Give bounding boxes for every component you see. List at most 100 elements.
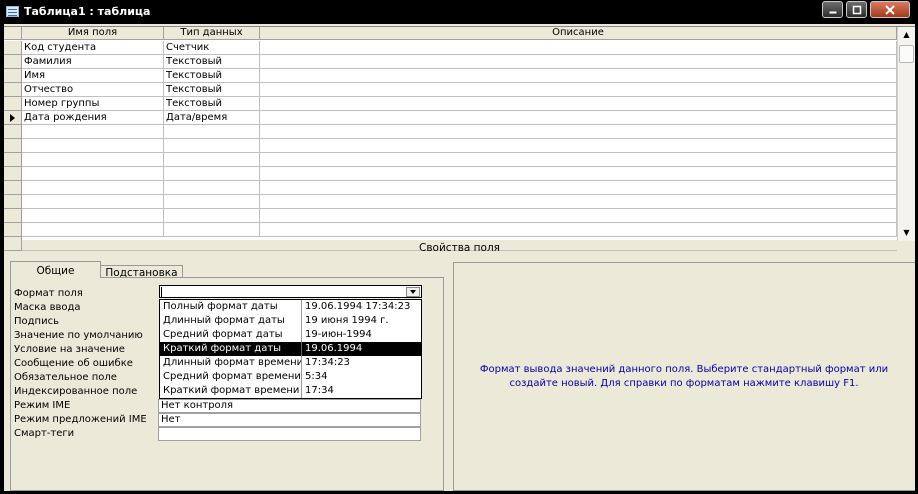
format-option[interactable]: Краткий формат даты 19.06.1994 (160, 342, 421, 356)
table-row[interactable] (4, 139, 897, 153)
data-type-cell[interactable]: Текстовый (164, 97, 260, 110)
table-row[interactable]: Дата рождения Дата/время (4, 111, 897, 125)
table-row[interactable]: Номер группы Текстовый (4, 97, 897, 111)
description-cell[interactable] (260, 69, 897, 82)
field-name-cell[interactable]: Имя (22, 69, 164, 82)
field-name-cell[interactable]: Код студента (22, 41, 164, 54)
format-option[interactable]: Краткий формат времени 17:34 (160, 384, 421, 398)
data-type-cell[interactable] (164, 153, 260, 166)
scroll-up-arrow-icon[interactable]: ▲ (898, 27, 915, 43)
description-cell[interactable] (260, 55, 897, 68)
maximize-button[interactable] (846, 1, 867, 18)
table-row[interactable]: Код студента Счетчик (4, 41, 897, 55)
data-type-cell[interactable] (164, 195, 260, 208)
description-cell[interactable] (260, 153, 897, 166)
header-description[interactable]: Описание (260, 27, 897, 40)
data-type-cell[interactable]: Текстовый (164, 69, 260, 82)
data-type-cell[interactable] (164, 167, 260, 180)
property-label: Маска ввода (14, 302, 81, 313)
data-type-cell[interactable] (164, 181, 260, 194)
format-option[interactable]: Полный формат даты 19.06.1994 17:34:23 (160, 300, 421, 314)
table-row[interactable]: Имя Текстовый (4, 69, 897, 83)
description-cell[interactable] (260, 167, 897, 180)
field-name-cell[interactable] (22, 153, 164, 166)
row-selector[interactable] (4, 167, 22, 181)
table-row[interactable]: Отчество Текстовый (4, 83, 897, 97)
table-row[interactable] (4, 195, 897, 209)
data-type-cell[interactable] (164, 125, 260, 138)
description-cell[interactable] (260, 139, 897, 152)
scroll-thumb[interactable] (899, 45, 914, 63)
smart-tags-value[interactable] (158, 427, 421, 441)
row-selector[interactable] (4, 83, 22, 97)
description-cell[interactable] (260, 83, 897, 96)
format-option[interactable]: Средний формат даты 19-июн-1994 (160, 328, 421, 342)
row-selector[interactable] (4, 209, 22, 223)
field-name-cell[interactable]: Номер группы (22, 97, 164, 110)
format-option-example: 19 июня 1994 г. (305, 315, 389, 326)
row-selector[interactable] (4, 97, 22, 111)
row-selector[interactable] (4, 223, 22, 237)
description-cell[interactable] (260, 195, 897, 208)
field-name-cell[interactable] (22, 209, 164, 222)
table-row[interactable] (4, 223, 897, 237)
format-option[interactable]: Длинный формат даты 19 июня 1994 г. (160, 314, 421, 328)
property-label: Индексированное поле (14, 386, 138, 397)
field-name-cell[interactable]: Дата рождения (22, 111, 164, 124)
title-bar[interactable]: Таблица1 : таблица (0, 0, 918, 24)
description-cell[interactable] (260, 97, 897, 110)
data-type-cell[interactable]: Счетчик (164, 41, 260, 54)
close-button[interactable] (870, 1, 910, 18)
grid-vertical-scrollbar[interactable]: ▲ ▼ (897, 27, 915, 241)
field-name-cell[interactable] (22, 139, 164, 152)
minimize-button[interactable] (822, 1, 843, 18)
table-row[interactable] (4, 167, 897, 181)
format-option[interactable]: Средний формат времени 5:34 (160, 370, 421, 384)
field-name-cell[interactable] (22, 125, 164, 138)
row-selector[interactable] (4, 55, 22, 69)
table-row[interactable] (4, 181, 897, 195)
table-row[interactable] (4, 125, 897, 139)
row-selector[interactable] (4, 69, 22, 83)
data-type-cell[interactable]: Текстовый (164, 55, 260, 68)
description-cell[interactable] (260, 181, 897, 194)
header-field-name[interactable]: Имя поля (22, 27, 164, 40)
ime-mode-value[interactable]: Нет контроля (158, 399, 421, 413)
data-type-cell[interactable]: Дата/время (164, 111, 260, 124)
row-selector[interactable] (4, 139, 22, 153)
format-field-combo[interactable] (159, 285, 422, 298)
row-selector[interactable] (4, 125, 22, 139)
row-selector[interactable] (4, 195, 22, 209)
data-type-cell[interactable] (164, 209, 260, 222)
field-name-cell[interactable]: Отчество (22, 83, 164, 96)
table-row[interactable] (4, 209, 897, 223)
field-name-cell[interactable] (22, 223, 164, 236)
description-cell[interactable] (260, 41, 897, 54)
scroll-down-arrow-icon[interactable]: ▼ (898, 225, 915, 241)
ime-sentence-value[interactable]: Нет (158, 413, 421, 427)
field-name-cell[interactable] (22, 167, 164, 180)
field-name-cell[interactable]: Фамилия (22, 55, 164, 68)
table-row[interactable]: Фамилия Текстовый (4, 55, 897, 69)
grid-corner[interactable] (4, 27, 22, 40)
description-cell[interactable] (260, 111, 897, 124)
data-type-cell[interactable] (164, 139, 260, 152)
data-type-cell[interactable] (164, 223, 260, 236)
window-title: Таблица1 : таблица (24, 5, 151, 18)
field-name-cell[interactable] (22, 181, 164, 194)
format-option[interactable]: Длинный формат времени 17:34:23 (160, 356, 421, 370)
header-data-type[interactable]: Тип данных (164, 27, 260, 40)
row-selector[interactable] (4, 153, 22, 167)
table-row[interactable] (4, 153, 897, 167)
description-cell[interactable] (260, 223, 897, 236)
row-selector[interactable] (4, 181, 22, 195)
field-name-cell[interactable] (22, 195, 164, 208)
row-selector[interactable] (4, 41, 22, 55)
dropdown-arrow-icon[interactable] (406, 287, 420, 297)
row-selector[interactable] (4, 111, 22, 125)
data-type-cell[interactable]: Текстовый (164, 83, 260, 96)
description-cell[interactable] (260, 209, 897, 222)
description-cell[interactable] (260, 125, 897, 138)
tab-general[interactable]: Общие (10, 261, 101, 278)
format-dropdown-list[interactable]: Полный формат даты 19.06.1994 17:34:23 Дли… (159, 299, 422, 399)
